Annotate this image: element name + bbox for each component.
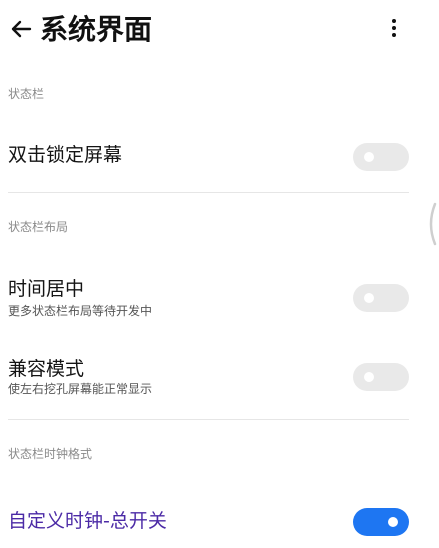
center-clock-label: 时间居中	[8, 278, 85, 300]
page-title: 系统界面	[40, 13, 153, 46]
section-header-clock-format: 状态栏时钟格式	[8, 447, 93, 461]
compat-mode-label: 兼容模式	[8, 358, 85, 380]
toggle-knob	[364, 152, 374, 162]
center-clock-description: 更多状态栏布局等待开发中	[8, 304, 153, 318]
toggle-knob	[364, 293, 374, 303]
menu-dot	[392, 33, 396, 37]
section-header-status-bar-layout: 状态栏布局	[8, 220, 69, 234]
compat-mode-description: 使左右挖孔屏幕能正常显示	[8, 382, 153, 396]
divider	[8, 419, 409, 420]
toggle-knob	[388, 517, 398, 527]
more-vertical-icon[interactable]	[384, 14, 404, 42]
custom-clock-master-label: 自定义时钟-总开关	[8, 510, 167, 532]
custom-clock-master-toggle[interactable]	[353, 508, 409, 536]
toggle-knob	[364, 372, 374, 382]
divider	[8, 192, 409, 193]
double-tap-lock-toggle[interactable]	[353, 143, 409, 171]
edge-swipe-handle-icon[interactable]	[425, 202, 437, 246]
double-tap-lock-label: 双击锁定屏幕	[8, 144, 123, 166]
compat-mode-toggle[interactable]	[353, 363, 409, 391]
section-header-status-bar: 状态栏	[8, 87, 45, 101]
top-app-bar: 系统界面	[0, 0, 439, 62]
menu-dot	[392, 26, 396, 30]
arrow-left-icon[interactable]	[6, 14, 36, 44]
center-clock-toggle[interactable]	[353, 284, 409, 312]
menu-dot	[392, 19, 396, 23]
